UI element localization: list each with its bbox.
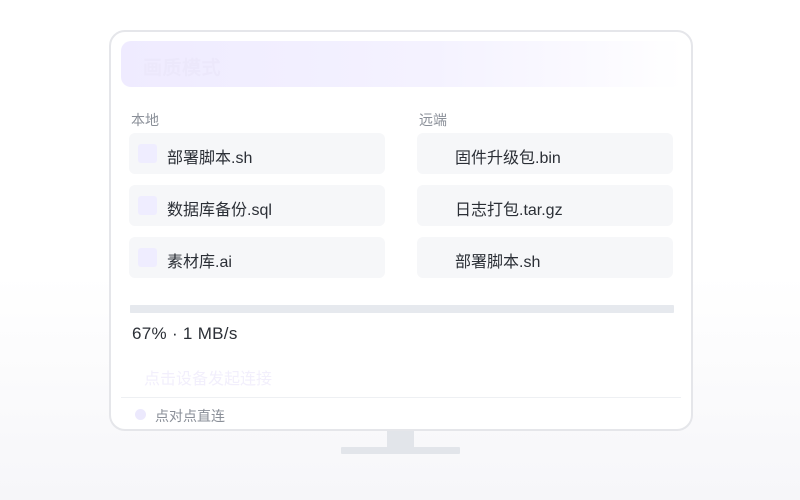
local-file-name: 部署脚本.sh — [167, 150, 253, 167]
mode-title: 画质模式 — [143, 58, 222, 79]
remote-file-item[interactable]: 日志打包.tar.gz — [417, 185, 673, 226]
remote-file-name: 部署脚本.sh — [455, 254, 541, 271]
connection-status-text: 点对点直连 — [155, 408, 225, 424]
transfer-progress-bar — [130, 305, 674, 313]
remote-file-name: 日志打包.tar.gz — [455, 202, 563, 219]
monitor-stand-neck — [387, 431, 414, 447]
remote-file-item[interactable]: 固件升级包.bin — [417, 133, 673, 174]
file-icon — [138, 248, 157, 267]
status-dot-icon — [135, 409, 146, 420]
local-file-name: 数据库备份.sql — [167, 202, 272, 219]
local-file-item[interactable]: 素材库.ai — [129, 237, 385, 278]
remote-file-item[interactable]: 部署脚本.sh — [417, 237, 673, 278]
transfer-progress-fill — [130, 305, 495, 313]
local-file-item[interactable]: 数据库备份.sql — [129, 185, 385, 226]
divider — [121, 397, 681, 398]
remote-column-label: 远端 — [419, 112, 447, 128]
monitor-stand-base — [341, 447, 460, 454]
monitor-frame: 画质模式 本地 部署脚本.sh 数据库备份.sql 素材库.ai 远端 固件升级… — [109, 30, 693, 431]
local-column-label: 本地 — [131, 112, 159, 128]
connect-device-link[interactable]: 点击设备发起连接 — [144, 365, 272, 389]
transfer-progress-text: 67% · 1 MB/s — [132, 324, 238, 343]
local-file-name: 素材库.ai — [167, 254, 232, 271]
file-icon — [138, 196, 157, 215]
local-file-item[interactable]: 部署脚本.sh — [129, 133, 385, 174]
file-icon — [138, 144, 157, 163]
remote-file-name: 固件升级包.bin — [455, 150, 561, 167]
mode-header[interactable]: 画质模式 — [121, 41, 683, 87]
stage: 画质模式 本地 部署脚本.sh 数据库备份.sql 素材库.ai 远端 固件升级… — [0, 0, 800, 500]
